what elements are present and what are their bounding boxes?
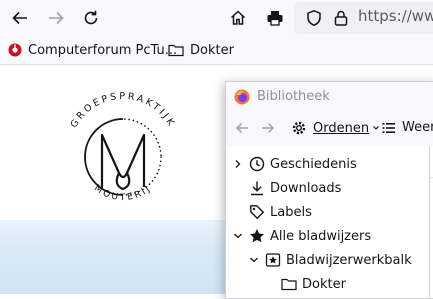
view-label: Weerg	[402, 120, 433, 135]
library-back-icon[interactable]	[234, 120, 250, 136]
chevron-right-icon[interactable]	[232, 158, 244, 170]
library-window: Bibliotheek Ordenen Weerg	[225, 81, 433, 299]
tree-item-downloads[interactable]: Downloads	[248, 176, 341, 200]
lock-icon[interactable]	[329, 6, 353, 30]
tree-item-labels[interactable]: Labels	[248, 200, 312, 224]
organize-label: Ordenen	[313, 120, 370, 136]
reload-icon[interactable]	[79, 6, 103, 30]
tree-item-label: Downloads	[270, 180, 342, 196]
organize-button[interactable]: Ordenen	[291, 120, 380, 136]
shield-icon[interactable]	[302, 6, 326, 30]
tree-item-bookmarks-toolbar[interactable]: Bladwijzerwerkbalk	[248, 248, 412, 272]
library-toolbar: Ordenen Weerg	[226, 112, 433, 147]
gear-icon	[291, 120, 307, 136]
tree-item-history[interactable]: Geschiedenis	[232, 152, 357, 176]
chevron-down-icon[interactable]	[248, 254, 260, 266]
back-arrow-icon[interactable]	[8, 6, 32, 30]
tree-item-label: Dokter	[302, 276, 346, 292]
bookmarks-bar: Computerforum PcTu... Dokter	[0, 36, 433, 65]
chevron-down-icon	[372, 124, 380, 132]
folder-icon	[280, 275, 298, 293]
star-icon	[248, 227, 266, 245]
bookmark-computerforum[interactable]: Computerforum PcTu...	[8, 40, 177, 60]
tree-item-label: Bladwijzerwerkbalk	[286, 252, 412, 268]
firefox-logo-icon	[234, 89, 250, 105]
site-favicon	[8, 43, 22, 57]
home-icon[interactable]	[226, 6, 250, 30]
tree-item-label: Labels	[270, 204, 312, 220]
library-sidebar-tree: Geschiedenis Downloads Labels Alle bladw…	[226, 146, 430, 298]
bookmarks-toolbar-icon	[264, 251, 282, 269]
bookmark-label: Computerforum PcTu...	[28, 42, 178, 58]
browser-toolbar: https://www	[0, 0, 433, 36]
list-icon	[382, 121, 396, 135]
svg-text:GROEPSPRAKTIJK: GROEPSPRAKTIJK	[69, 91, 178, 130]
library-title-bar[interactable]: Bibliotheek	[226, 82, 433, 112]
groepspraktijk-logo: GROEPSPRAKTIJK MOUTERIJ	[69, 91, 178, 203]
tag-icon	[248, 203, 266, 221]
library-title: Bibliotheek	[257, 89, 330, 104]
clock-icon	[248, 155, 266, 173]
folder-icon	[168, 43, 184, 57]
download-icon	[248, 179, 266, 197]
forward-arrow-icon[interactable]	[44, 6, 68, 30]
chevron-down-icon[interactable]	[232, 230, 244, 242]
bookmark-label: Dokter	[190, 42, 234, 58]
tree-item-all-bookmarks[interactable]: Alle bladwijzers	[232, 224, 371, 248]
print-icon[interactable]	[263, 6, 287, 30]
svg-text:MOUTERIJ: MOUTERIJ	[92, 183, 154, 203]
tree-item-label: Alle bladwijzers	[270, 228, 372, 244]
tree-item-dokter-folder[interactable]: Dokter	[280, 272, 346, 296]
view-button[interactable]: Weerg	[382, 120, 433, 135]
bookmark-dokter-folder[interactable]: Dokter	[168, 40, 234, 60]
url-text[interactable]: https://www	[358, 7, 433, 25]
tree-item-label: Geschiedenis	[270, 156, 357, 172]
library-forward-icon[interactable]	[260, 120, 276, 136]
